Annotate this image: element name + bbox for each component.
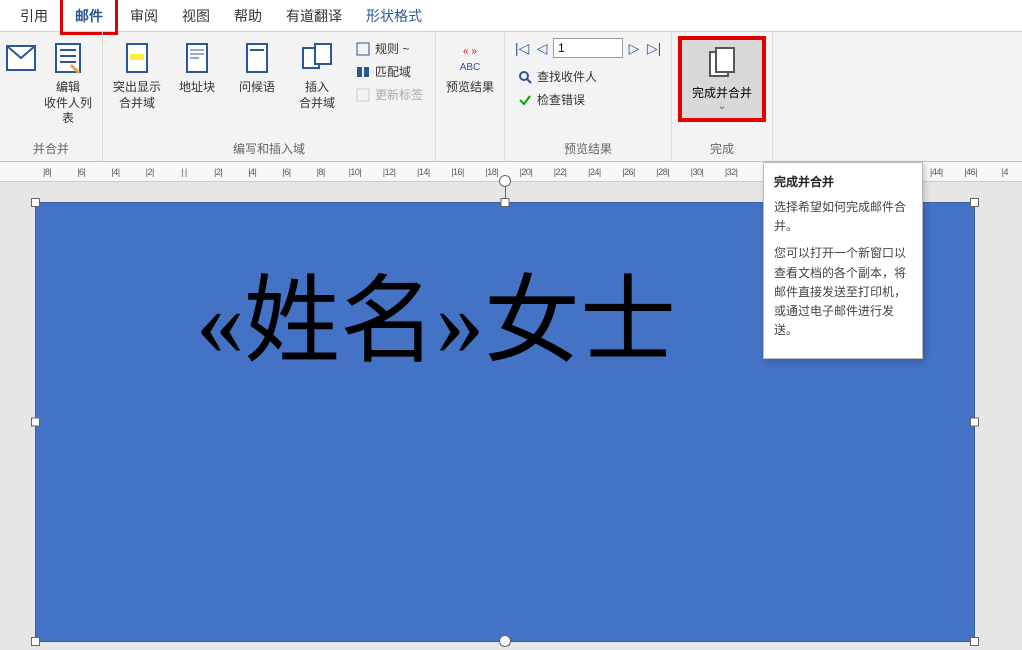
edit-recipient-list-button[interactable]: 编辑收件人列表	[40, 36, 96, 131]
insert-field-icon	[299, 40, 335, 76]
highlight-label: 突出显示合并域	[113, 80, 161, 111]
svg-text:« »: « »	[463, 46, 477, 57]
chevron-down-icon: ⌄	[718, 101, 726, 112]
tab-references[interactable]: 引用	[8, 0, 60, 32]
match-icon	[355, 64, 371, 80]
resize-handle-tr[interactable]	[970, 198, 979, 207]
insert-merge-field-button[interactable]: 插入合并域	[289, 36, 345, 115]
greeting-line-button[interactable]: 问候语	[229, 36, 285, 100]
resize-handle-tl[interactable]	[31, 198, 40, 207]
group-label-merge: 并合并	[6, 138, 96, 159]
select-recipients-button[interactable]	[6, 36, 36, 84]
address-block-button[interactable]: 地址块	[169, 36, 225, 100]
rotate-handle[interactable]	[499, 175, 511, 187]
search-icon	[517, 69, 533, 85]
group-label-preview1	[442, 155, 498, 159]
update-labels-button: 更新标签	[351, 84, 427, 105]
finish-label: 完成并合并	[692, 84, 752, 101]
group-write-fields: 突出显示合并域 地址块 问候语 插入合并域	[103, 32, 436, 161]
edit-list-icon	[50, 40, 86, 76]
finish-merge-tooltip: 完成并合并 选择希望如何完成邮件合并。 您可以打开一个新窗口以查看文档的各个副本…	[763, 162, 923, 359]
tab-mailings[interactable]: 邮件	[60, 0, 118, 35]
preview-icon: « » ABC	[452, 40, 488, 76]
merge-field-text[interactable]: «姓名»女士	[196, 243, 676, 382]
greeting-label: 问候语	[239, 80, 275, 96]
first-record-button[interactable]: |◁	[513, 39, 531, 57]
check-icon	[517, 92, 533, 108]
group-finish: 完成并合并 ⌄ 完成	[672, 32, 773, 161]
resize-handle-br[interactable]	[970, 637, 979, 646]
resize-handle-tm[interactable]	[501, 198, 510, 207]
resize-handle-ml[interactable]	[31, 418, 40, 427]
resize-handle-bl[interactable]	[31, 637, 40, 646]
next-record-button[interactable]: ▷	[625, 39, 643, 57]
check-errors-button[interactable]: 检查错误	[513, 89, 663, 110]
tooltip-title: 完成并合并	[774, 173, 912, 190]
greeting-icon	[239, 40, 275, 76]
tab-youdao-translate[interactable]: 有道翻译	[274, 0, 354, 32]
insert-field-label: 插入合并域	[299, 80, 335, 111]
record-number-input[interactable]	[553, 38, 623, 58]
tab-view[interactable]: 视图	[170, 0, 222, 32]
address-label: 地址块	[179, 80, 215, 96]
group-start-mail-merge: 编辑收件人列表 并合并	[0, 32, 103, 161]
group-label-preview2: 预览结果	[511, 138, 665, 159]
ribbon: 编辑收件人列表 并合并 突出显示合并域 地址块 问候	[0, 32, 1022, 162]
prev-record-button[interactable]: ◁	[533, 39, 551, 57]
finish-merge-button[interactable]: 完成并合并 ⌄	[678, 36, 766, 122]
find-recipient-button[interactable]: 查找收件人	[513, 66, 663, 87]
tab-shape-format[interactable]: 形状格式	[354, 0, 434, 32]
group-preview: « » ABC 预览结果	[436, 32, 505, 161]
recipients-icon	[3, 40, 39, 76]
resize-handle-mr[interactable]	[970, 418, 979, 427]
update-icon	[355, 87, 371, 103]
finish-icon	[704, 46, 740, 82]
match-fields-button[interactable]: 匹配域	[351, 61, 427, 82]
edit-list-label: 编辑收件人列表	[42, 80, 94, 127]
preview-label: 预览结果	[446, 80, 494, 96]
group-label-finish: 完成	[678, 138, 766, 159]
tooltip-text-2: 您可以打开一个新窗口以查看文档的各个副本，将邮件直接发送至打印机，或通过电子邮件…	[774, 244, 912, 340]
svg-text:ABC: ABC	[460, 62, 481, 73]
group-label-write: 编写和插入域	[109, 138, 429, 159]
tab-review[interactable]: 审阅	[118, 0, 170, 32]
tooltip-text-1: 选择希望如何完成邮件合并。	[774, 198, 912, 236]
preview-results-button[interactable]: « » ABC 预览结果	[442, 36, 498, 100]
address-icon	[179, 40, 215, 76]
group-preview-results: |◁ ◁ ▷ ▷| 查找收件人 检查错误 预览结果	[505, 32, 672, 161]
rules-button[interactable]: 规则 ~	[351, 38, 427, 59]
highlight-icon	[119, 40, 155, 76]
record-nav: |◁ ◁ ▷ ▷|	[513, 38, 663, 58]
highlight-merge-fields-button[interactable]: 突出显示合并域	[109, 36, 165, 115]
tab-help[interactable]: 帮助	[222, 0, 274, 32]
ribbon-tabs: 引用 邮件 审阅 视图 帮助 有道翻译 形状格式	[0, 0, 1022, 32]
edit-handle[interactable]	[499, 635, 511, 647]
rules-icon	[355, 41, 371, 57]
last-record-button[interactable]: ▷|	[645, 39, 663, 57]
